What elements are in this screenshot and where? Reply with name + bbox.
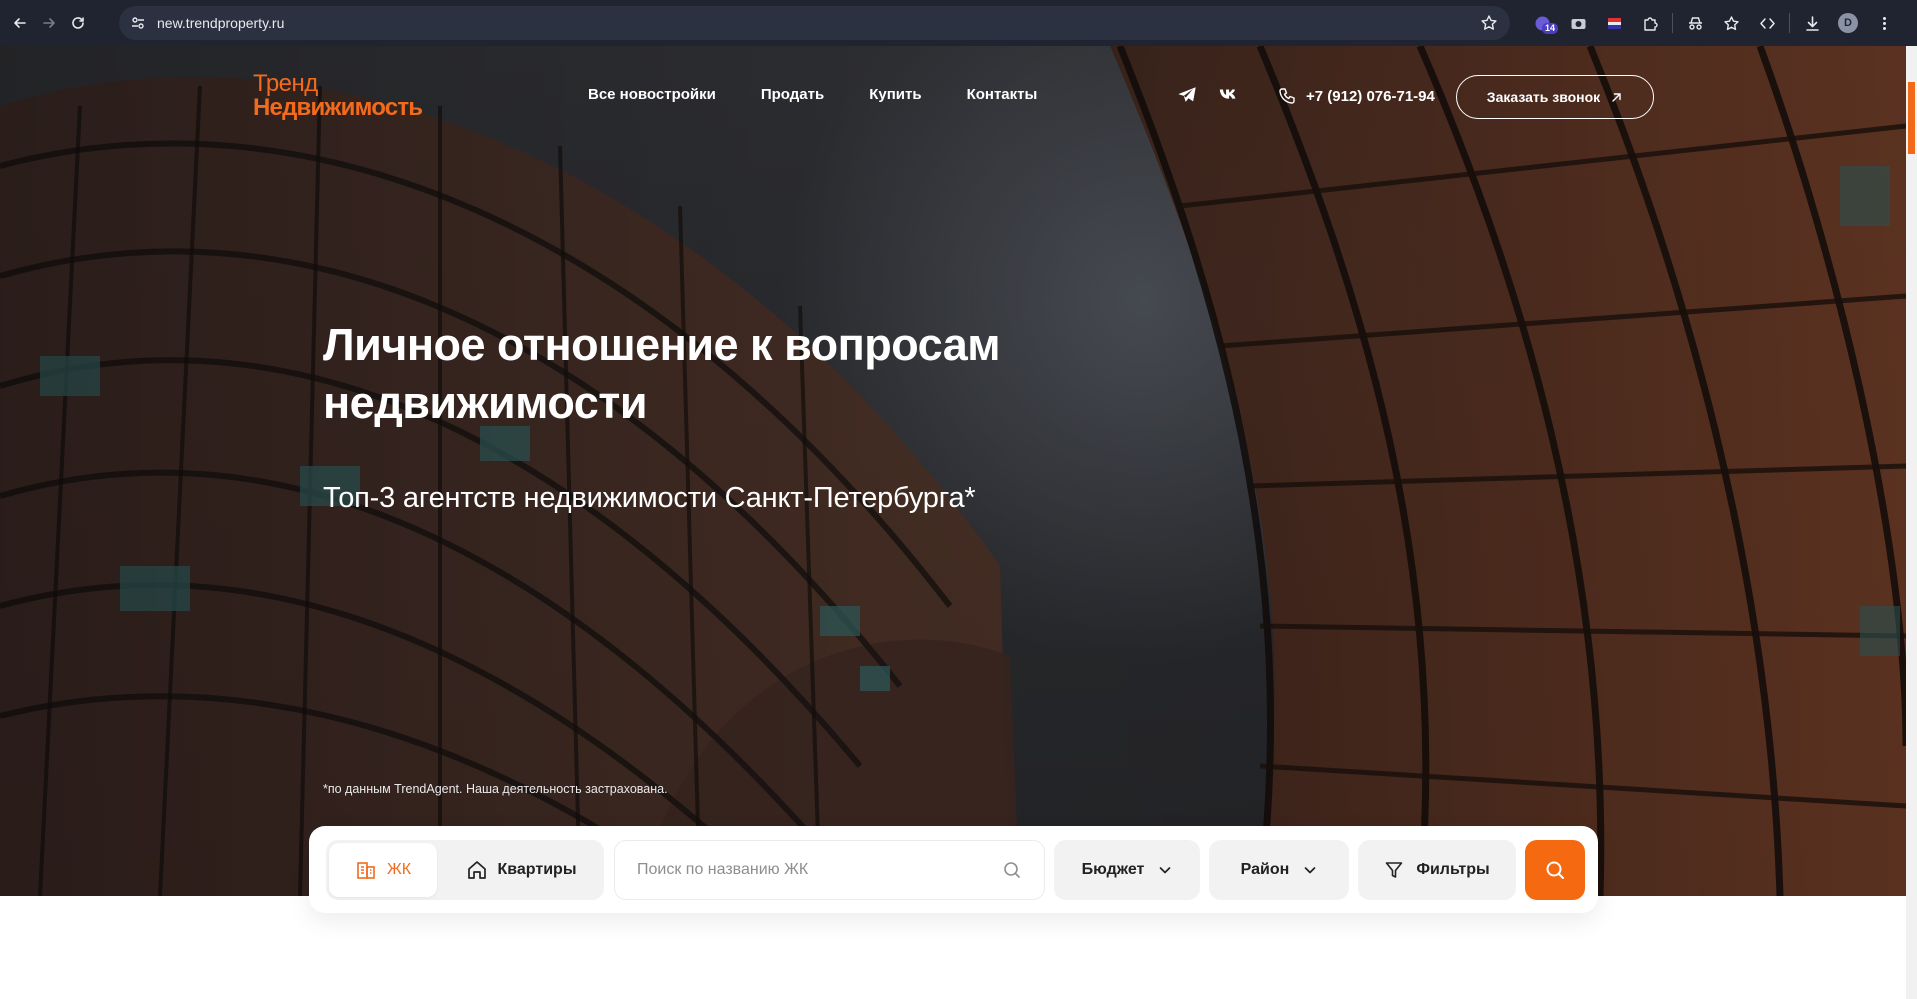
filters-button[interactable]: Фильтры [1358, 840, 1516, 900]
nav-link-contacts[interactable]: Контакты [967, 86, 1038, 103]
hero-overlay [0, 46, 1906, 896]
telegram-icon [1178, 87, 1196, 102]
chevron-down-icon [1304, 867, 1316, 874]
home-icon [467, 861, 486, 879]
search-icon [1546, 861, 1564, 879]
flag-icon [1607, 17, 1621, 29]
tab-residential-complexes-label: ЖК [386, 861, 412, 878]
phone-link[interactable]: +7 (912) 076-71-94 [1278, 87, 1435, 105]
back-icon [14, 18, 26, 28]
camera-extension-button[interactable] [1560, 0, 1596, 46]
nav-link-buy[interactable]: Купить [869, 86, 921, 103]
camera-icon [1571, 18, 1585, 29]
search-submit-button[interactable] [1525, 840, 1585, 900]
devtools-button[interactable] [1749, 0, 1785, 46]
tab-apartments-label: Квартиры [497, 861, 577, 878]
property-search-panel: ЖК Квартиры Бюджет Район Фильтры [309, 826, 1598, 913]
nav-link-sell[interactable]: Продать [761, 86, 824, 103]
extension-button[interactable]: 14 [1524, 0, 1560, 46]
tab-apartments[interactable]: Квартиры [443, 843, 599, 897]
complex-search-field[interactable] [614, 840, 1045, 900]
page-scrollbar[interactable] [1906, 46, 1917, 999]
search-type-toggle: ЖК Квартиры [326, 840, 604, 900]
extensions-menu-button[interactable] [1632, 0, 1668, 46]
address-bar[interactable]: new.trendproperty.ru [119, 6, 1510, 40]
phone-number: +7 (912) 076-71-94 [1306, 87, 1435, 105]
address-bar-url[interactable]: new.trendproperty.ru [157, 15, 284, 31]
tab-residential-complexes[interactable]: ЖК [329, 843, 437, 897]
telegram-link[interactable] [1176, 84, 1198, 106]
hero-subtitle: Топ-3 агентств недвижимости Санкт-Петерб… [323, 482, 976, 514]
reload-button[interactable] [65, 10, 91, 36]
star-list-icon [1723, 15, 1739, 30]
budget-dropdown[interactable]: Бюджет [1054, 840, 1200, 900]
vk-link[interactable] [1218, 84, 1240, 106]
vk-icon [1219, 89, 1236, 99]
site-info-button[interactable] [127, 12, 149, 34]
downloads-button[interactable] [1794, 0, 1830, 46]
filters-button-label: Фильтры [1416, 861, 1490, 878]
back-button[interactable] [7, 10, 33, 36]
site-info-icon [132, 17, 144, 29]
download-icon [1805, 15, 1819, 31]
browser-toolbar: new.trendproperty.ru 14 D [0, 0, 1917, 46]
extensions-area: 14 D [1524, 0, 1902, 46]
hero-footnote: *по данным TrendAgent. Наша деятельность… [323, 782, 668, 796]
complex-search-input[interactable] [637, 861, 1002, 879]
nav-link-all-new-buildings[interactable]: Все новостройки [588, 86, 716, 103]
bookmark-star-icon[interactable] [1480, 14, 1498, 32]
district-dropdown-label: Район [1240, 861, 1290, 878]
hero-section: Тренд Недвижимость Все новостройки Прода… [0, 46, 1906, 896]
hero-title: Личное отношение к вопросам недвижимости [323, 319, 1001, 428]
search-icon [1004, 862, 1020, 878]
building-icon [357, 862, 375, 879]
extension-badge: 14 [1542, 23, 1559, 34]
forward-icon [43, 18, 55, 28]
toolbar-divider [1672, 13, 1673, 33]
flag-extension-button[interactable] [1596, 0, 1632, 46]
bookmarks-button[interactable] [1713, 0, 1749, 46]
request-call-button[interactable]: Заказать звонок [1456, 75, 1654, 119]
forward-button[interactable] [36, 10, 62, 36]
arrow-up-right-icon [1612, 92, 1621, 102]
district-dropdown[interactable]: Район [1209, 840, 1349, 900]
social-links [1176, 84, 1240, 106]
toolbar-divider [1789, 13, 1790, 33]
profile-button[interactable]: D [1830, 0, 1866, 46]
avatar: D [1838, 13, 1858, 33]
incognito-icon [1688, 16, 1702, 30]
menu-dots-icon [1882, 16, 1886, 30]
budget-dropdown-label: Бюджет [1081, 861, 1145, 878]
page-scrollbar-thumb[interactable] [1908, 82, 1915, 154]
request-call-label: Заказать звонок [1486, 89, 1601, 105]
reload-icon [72, 17, 84, 29]
incognito-button[interactable] [1677, 0, 1713, 46]
code-icon [1759, 17, 1775, 29]
filter-icon [1386, 862, 1403, 878]
logo-line-2: Недвижимость [253, 94, 423, 121]
chevron-down-icon [1160, 867, 1171, 874]
main-nav: Все новостройки Продать Купить Контакты [588, 86, 1037, 103]
logo-line-1: Тренд [253, 70, 318, 97]
site-logo[interactable]: Тренд Недвижимость [253, 70, 423, 121]
browser-menu-button[interactable] [1866, 0, 1902, 46]
phone-icon [1279, 88, 1295, 104]
puzzle-icon [1643, 16, 1658, 31]
